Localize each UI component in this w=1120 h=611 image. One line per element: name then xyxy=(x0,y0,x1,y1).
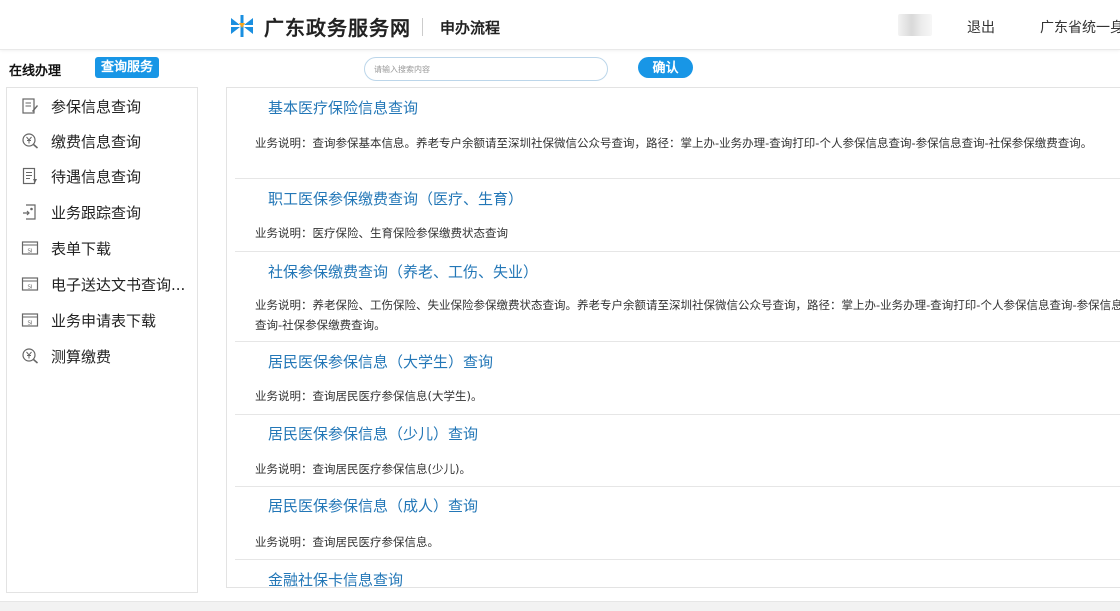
sidebar-item-label: 业务申请表下载 xyxy=(51,311,157,330)
list-divider xyxy=(235,414,1120,415)
service-title-medical-insurance-info[interactable]: 基本医疗保险信息查询 xyxy=(268,97,418,118)
page-footer xyxy=(0,601,1120,611)
sidebar-item-benefit-info[interactable]: 待遇信息查询 xyxy=(21,164,141,188)
sidebar-item-label: 待遇信息查询 xyxy=(51,167,142,186)
tab-online-service[interactable]: 在线办理 xyxy=(9,60,61,79)
user-avatar[interactable] xyxy=(898,14,932,36)
tab-query-service[interactable]: 查询服务 xyxy=(95,57,160,78)
service-title-resident-student-insurance[interactable]: 居民医保参保信息（大学生）查询 xyxy=(268,351,493,372)
site-logo-icon xyxy=(229,14,255,38)
service-description: 业务说明：查询居民医疗参保信息(大学生)。 xyxy=(255,389,483,403)
doc-list-icon xyxy=(21,167,39,185)
yen-search-icon xyxy=(21,132,39,150)
service-title-resident-adult-insurance[interactable]: 居民医保参保信息（成人）查询 xyxy=(268,495,478,516)
svg-text:SI: SI xyxy=(27,284,32,290)
sidebar-item-label: 测算缴费 xyxy=(51,347,112,366)
sidebar-item-payment-calculator[interactable]: 测算缴费 xyxy=(21,344,111,368)
sidebar-item-label: 参保信息查询 xyxy=(51,97,142,116)
site-title[interactable]: 广东政务服务网 xyxy=(264,12,411,41)
service-description: 业务说明：养老保险、工伤保险、失业保险参保缴费状态查询。养老专户余额请至深圳社保… xyxy=(255,298,1120,332)
confirm-button[interactable]: 确认 xyxy=(638,57,693,78)
list-divider xyxy=(235,178,1120,179)
unified-login-link[interactable]: 广东省统一身 xyxy=(1040,17,1120,37)
sidebar-item-business-tracking[interactable]: 业务跟踪查询 xyxy=(21,200,141,224)
sidebar-item-label: 业务跟踪查询 xyxy=(51,203,142,222)
list-divider xyxy=(235,251,1120,252)
sidebar-item-label: 电子送达文书查询... xyxy=(51,275,186,294)
sidebar-item-insurance-info[interactable]: 参保信息查询 xyxy=(21,94,141,118)
service-description: 业务说明：医疗保险、生育保险参保缴费状态查询 xyxy=(255,226,508,240)
page-title: 申办流程 xyxy=(440,19,501,37)
list-divider xyxy=(235,486,1120,487)
header-divider xyxy=(422,18,423,36)
service-list: 基本医疗保险信息查询 业务说明：查询参保基本信息。养老专户余额请至深圳社保微信公… xyxy=(226,87,1120,588)
sidebar-item-form-download[interactable]: SI 表单下载 xyxy=(21,236,111,260)
svg-text:SI: SI xyxy=(27,248,32,254)
edit-doc-icon xyxy=(21,97,39,115)
logout-link[interactable]: 退出 xyxy=(967,17,995,37)
list-divider xyxy=(235,341,1120,342)
svg-text:SI: SI xyxy=(27,320,32,326)
sidebar-item-label: 缴费信息查询 xyxy=(51,132,142,151)
sidebar-item-label: 表单下载 xyxy=(51,239,112,258)
sidebar-item-e-document-query[interactable]: SI 电子送达文书查询... xyxy=(21,272,185,296)
top-header: 广东政务服务网 申办流程 退出 广东省统一身 xyxy=(0,0,1120,50)
form-icon: SI xyxy=(21,275,39,293)
form-icon: SI xyxy=(21,311,39,329)
tracking-icon xyxy=(21,203,39,221)
service-title-social-insurance-payment[interactable]: 社保参保缴费查询（养老、工伤、失业） xyxy=(268,261,538,282)
service-title-resident-child-insurance[interactable]: 居民医保参保信息（少儿）查询 xyxy=(268,423,478,444)
service-title-financial-social-card[interactable]: 金融社保卡信息查询 xyxy=(268,569,403,587)
search-input[interactable] xyxy=(364,57,608,81)
yen-search-icon xyxy=(21,347,39,365)
form-icon: SI xyxy=(21,239,39,257)
sidebar-item-payment-info[interactable]: 缴费信息查询 xyxy=(21,129,141,153)
service-description: 业务说明：查询参保基本信息。养老专户余额请至深圳社保微信公众号查询，路径：掌上办… xyxy=(255,136,1093,150)
sidebar: 参保信息查询 缴费信息查询 待遇信息查询 业务跟踪查询 SI 表单下载 SI 电… xyxy=(6,87,198,593)
service-title-employee-medical-payment[interactable]: 职工医保参保缴费查询（医疗、生育） xyxy=(268,188,523,209)
list-divider xyxy=(235,559,1120,560)
service-description: 业务说明：查询居民医疗参保信息。 xyxy=(255,535,439,549)
service-description: 业务说明：查询居民医疗参保信息(少儿)。 xyxy=(255,462,471,476)
sidebar-item-application-form-download[interactable]: SI 业务申请表下载 xyxy=(21,308,156,332)
